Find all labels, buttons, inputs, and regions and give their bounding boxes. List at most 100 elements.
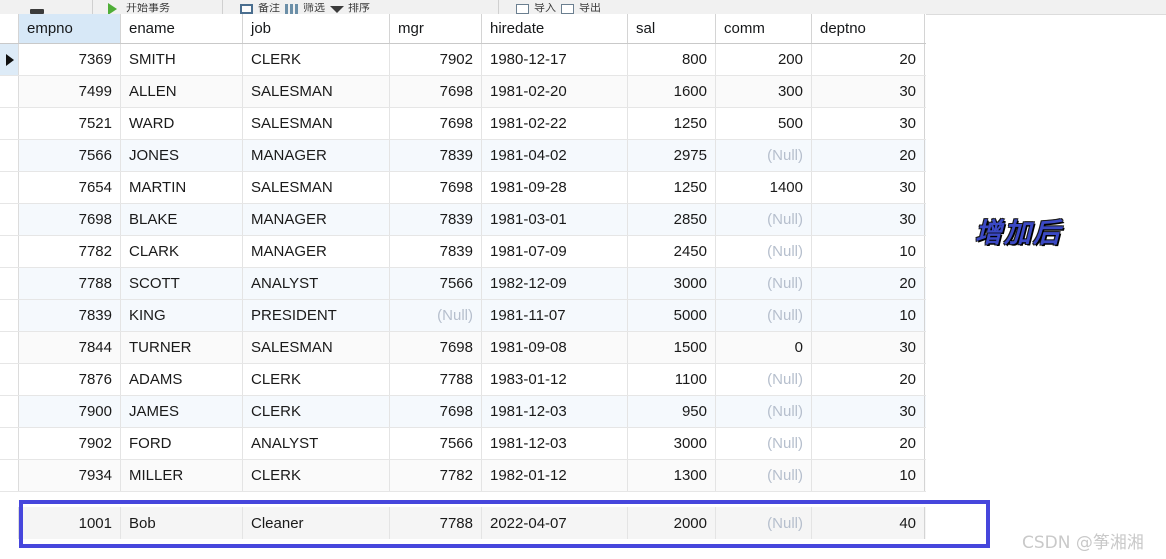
cell-hiredate[interactable]: 1981-07-09 xyxy=(482,236,628,267)
gutter-cell[interactable] xyxy=(0,108,19,139)
inserted-row-container[interactable]: 1001 Bob Cleaner 7788 2022-04-07 2000 (Null) 40 xyxy=(0,507,926,541)
column-header-sal[interactable]: sal xyxy=(628,14,716,43)
cell-comm[interactable]: 500 xyxy=(716,108,812,139)
cell-ename[interactable]: MARTIN xyxy=(121,172,243,203)
cell-ename[interactable]: KING xyxy=(121,300,243,331)
cell-sal[interactable]: 3000 xyxy=(628,268,716,299)
cell-sal[interactable]: 1600 xyxy=(628,76,716,107)
cell-mgr[interactable]: 7902 xyxy=(390,44,482,75)
gutter-cell[interactable] xyxy=(0,396,19,427)
column-header-deptno[interactable]: deptno xyxy=(812,14,925,43)
cell-mgr[interactable]: 7788 xyxy=(390,364,482,395)
cell-hiredate[interactable]: 1981-09-28 xyxy=(482,172,628,203)
cell-ename[interactable]: SCOTT xyxy=(121,268,243,299)
cell-hiredate[interactable]: 1981-12-03 xyxy=(482,428,628,459)
cell-empno[interactable]: 7698 xyxy=(19,204,121,235)
cell-empno[interactable]: 1001 xyxy=(19,507,121,539)
table-row[interactable]: 7844 TURNER SALESMAN 7698 1981-09-08 1500 0 30 xyxy=(0,332,926,364)
table-row[interactable]: 7698 BLAKE MANAGER 7839 1981-03-01 2850 (Null)… xyxy=(0,204,926,236)
current-row-marker[interactable] xyxy=(0,44,19,75)
cell-empno[interactable]: 7566 xyxy=(19,140,121,171)
cell-hiredate[interactable]: 1981-03-01 xyxy=(482,204,628,235)
cell-job[interactable]: Cleaner xyxy=(243,507,390,539)
cell-empno[interactable]: 7844 xyxy=(19,332,121,363)
cell-comm[interactable]: 0 xyxy=(716,332,812,363)
cell-comm[interactable]: (Null) xyxy=(716,204,812,235)
cell-comm[interactable]: (Null) xyxy=(716,396,812,427)
table-row[interactable]: 7876 ADAMS CLERK 7788 1983-01-12 1100 (Null) 20 xyxy=(0,364,926,396)
cell-deptno[interactable]: 10 xyxy=(812,460,925,491)
cell-mgr[interactable]: 7698 xyxy=(390,76,482,107)
cell-sal[interactable]: 1300 xyxy=(628,460,716,491)
gutter-cell[interactable] xyxy=(0,332,19,363)
table-row[interactable]: 7902 FORD ANALYST 7566 1981-12-03 3000 (Null) 2… xyxy=(0,428,926,460)
table-row[interactable]: 7900 JAMES CLERK 7698 1981-12-03 950 (Null) 30 xyxy=(0,396,926,428)
cell-deptno[interactable]: 20 xyxy=(812,268,925,299)
cell-job[interactable]: PRESIDENT xyxy=(243,300,390,331)
cell-sal[interactable]: 1250 xyxy=(628,108,716,139)
cell-deptno[interactable]: 20 xyxy=(812,364,925,395)
cell-empno[interactable]: 7900 xyxy=(19,396,121,427)
cell-mgr[interactable]: 7839 xyxy=(390,204,482,235)
cell-job[interactable]: CLERK xyxy=(243,364,390,395)
cell-hiredate[interactable]: 1982-12-09 xyxy=(482,268,628,299)
cell-sal[interactable]: 1500 xyxy=(628,332,716,363)
cell-deptno[interactable]: 20 xyxy=(812,140,925,171)
cell-sal[interactable]: 3000 xyxy=(628,428,716,459)
gutter-cell[interactable] xyxy=(0,428,19,459)
cell-deptno[interactable]: 20 xyxy=(812,44,925,75)
cell-comm[interactable]: (Null) xyxy=(716,364,812,395)
cell-sal[interactable]: 1250 xyxy=(628,172,716,203)
cell-mgr[interactable]: 7698 xyxy=(390,172,482,203)
cell-job[interactable]: CLERK xyxy=(243,396,390,427)
cell-mgr[interactable]: 7566 xyxy=(390,428,482,459)
table-row[interactable]: 7782 CLARK MANAGER 7839 1981-07-09 2450 (Null)… xyxy=(0,236,926,268)
gutter-cell[interactable] xyxy=(0,140,19,171)
cell-deptno[interactable]: 30 xyxy=(812,204,925,235)
cell-sal[interactable]: 2975 xyxy=(628,140,716,171)
table-row-inserted[interactable]: 1001 Bob Cleaner 7788 2022-04-07 2000 (Null) 40 xyxy=(0,507,926,539)
cell-deptno[interactable]: 30 xyxy=(812,172,925,203)
cell-sal[interactable]: 5000 xyxy=(628,300,716,331)
cell-hiredate[interactable]: 1983-01-12 xyxy=(482,364,628,395)
cell-comm[interactable]: (Null) xyxy=(716,236,812,267)
cell-hiredate[interactable]: 1980-12-17 xyxy=(482,44,628,75)
cell-ename[interactable]: WARD xyxy=(121,108,243,139)
cell-ename[interactable]: MILLER xyxy=(121,460,243,491)
cell-comm[interactable]: (Null) xyxy=(716,460,812,491)
cell-comm[interactable]: (Null) xyxy=(716,507,812,539)
cell-comm[interactable]: (Null) xyxy=(716,428,812,459)
table-row[interactable]: 7934 MILLER CLERK 7782 1982-01-12 1300 (Null) 1… xyxy=(0,460,926,492)
gutter-cell[interactable] xyxy=(0,300,19,331)
cell-ename[interactable]: ALLEN xyxy=(121,76,243,107)
table-row[interactable]: 7369 SMITH CLERK 7902 1980-12-17 800 200 20 xyxy=(0,44,926,76)
cell-job[interactable]: MANAGER xyxy=(243,236,390,267)
cell-ename[interactable]: FORD xyxy=(121,428,243,459)
cell-empno[interactable]: 7902 xyxy=(19,428,121,459)
cell-hiredate[interactable]: 1981-12-03 xyxy=(482,396,628,427)
cell-deptno[interactable]: 40 xyxy=(812,507,925,539)
toolbar-note-button[interactable]: 备注 xyxy=(240,0,280,14)
cell-hiredate[interactable]: 1981-11-07 xyxy=(482,300,628,331)
cell-sal[interactable]: 2850 xyxy=(628,204,716,235)
cell-mgr[interactable]: 7698 xyxy=(390,332,482,363)
cell-job[interactable]: MANAGER xyxy=(243,140,390,171)
cell-deptno[interactable]: 20 xyxy=(812,428,925,459)
cell-empno[interactable]: 7654 xyxy=(19,172,121,203)
cell-mgr[interactable]: 7566 xyxy=(390,268,482,299)
table-row[interactable]: 7839 KING PRESIDENT (Null) 1981-11-07 5000 (Nu… xyxy=(0,300,926,332)
table-row[interactable]: 7521 WARD SALESMAN 7698 1981-02-22 1250 500 30 xyxy=(0,108,926,140)
cell-deptno[interactable]: 30 xyxy=(812,76,925,107)
cell-empno[interactable]: 7839 xyxy=(19,300,121,331)
cell-ename[interactable]: JONES xyxy=(121,140,243,171)
table-row[interactable]: 7499 ALLEN SALESMAN 7698 1981-02-20 1600 300 30 xyxy=(0,76,926,108)
toolbar-sort-button[interactable]: 排序 xyxy=(330,0,370,14)
cell-ename[interactable]: CLARK xyxy=(121,236,243,267)
cell-comm[interactable]: (Null) xyxy=(716,300,812,331)
cell-sal[interactable]: 950 xyxy=(628,396,716,427)
cell-empno[interactable]: 7369 xyxy=(19,44,121,75)
cell-comm[interactable]: (Null) xyxy=(716,140,812,171)
gutter-cell[interactable] xyxy=(0,76,19,107)
grid-body[interactable]: 7369 SMITH CLERK 7902 1980-12-17 800 200 20 7499… xyxy=(0,44,926,492)
table-row[interactable]: 7788 SCOTT ANALYST 7566 1982-12-09 3000 (Null)… xyxy=(0,268,926,300)
